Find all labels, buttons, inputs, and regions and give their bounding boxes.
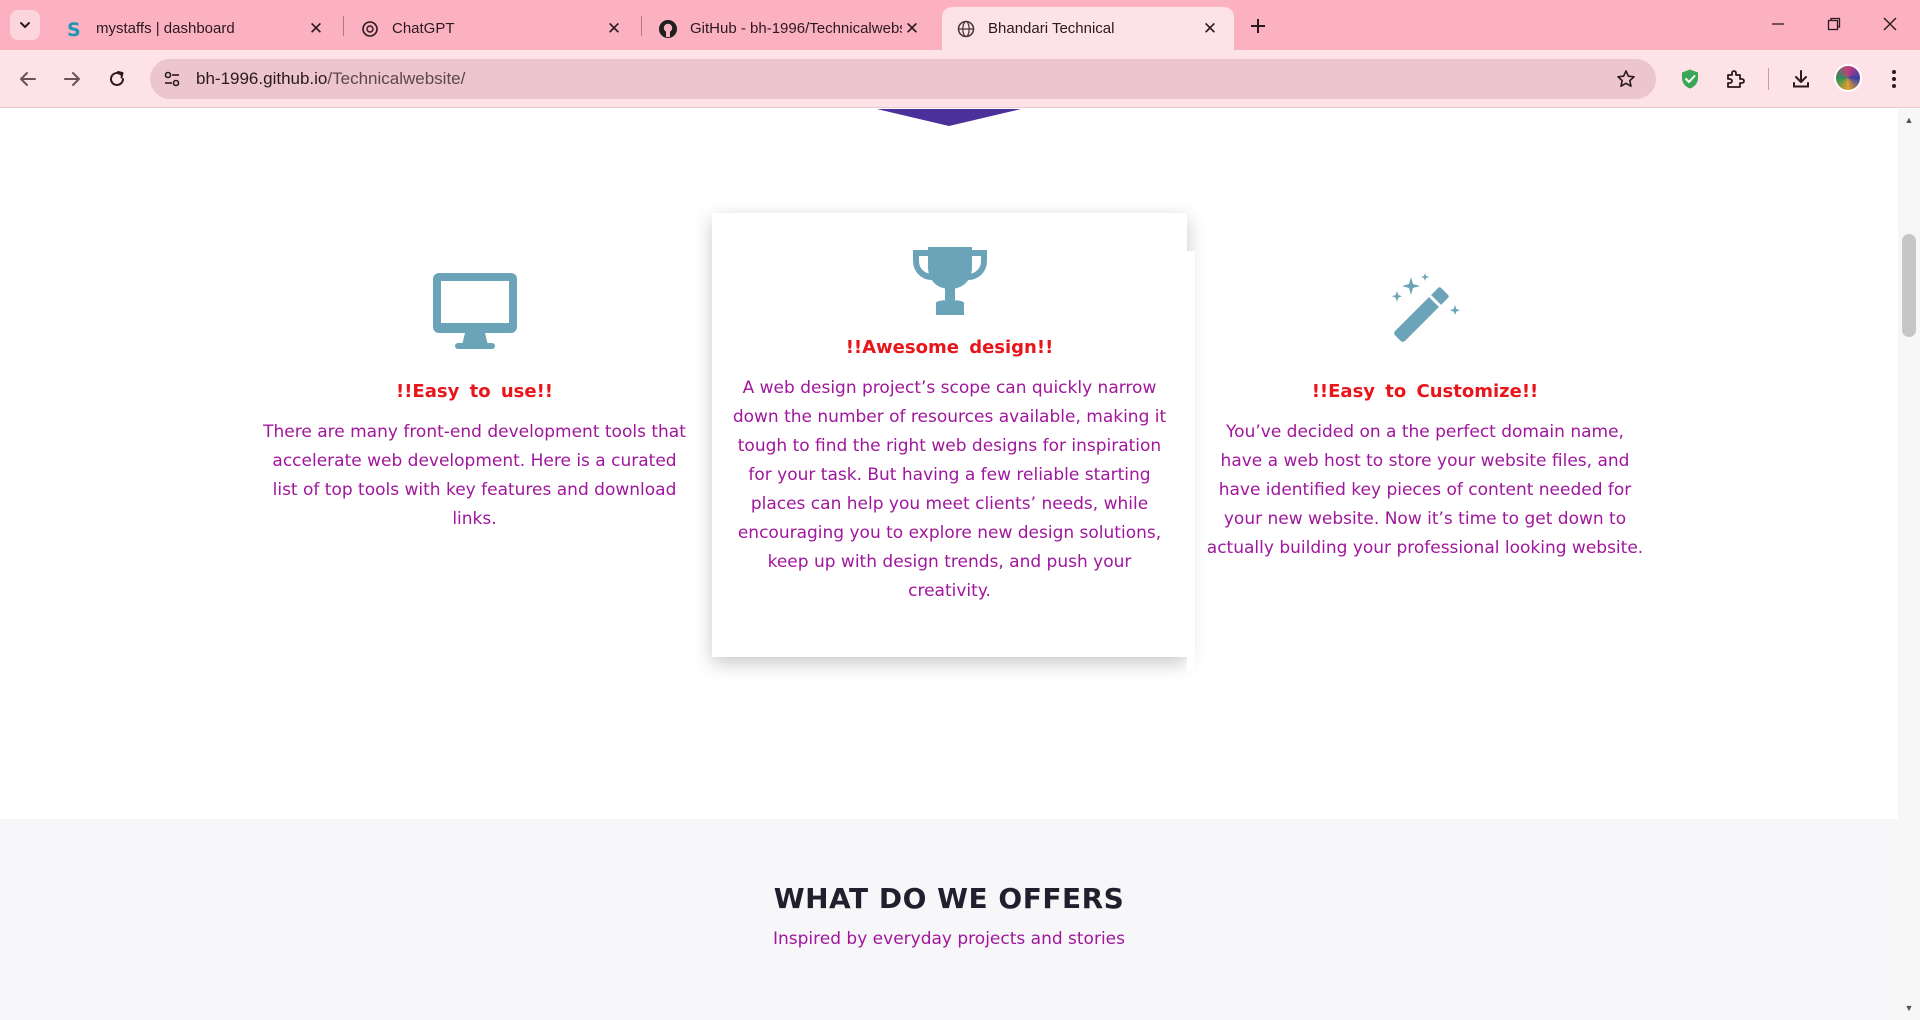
feature-easy-to-use: !!Easy to use!! There are many front-end…	[262, 269, 687, 534]
forward-button[interactable]	[56, 63, 88, 95]
feature-description: You’ve decided on a the perfect domain n…	[1206, 422, 1644, 558]
arrow-left-icon	[20, 72, 36, 86]
star-icon	[1617, 70, 1635, 87]
new-tab-button[interactable]	[1244, 12, 1272, 40]
monitor-icon	[262, 269, 687, 353]
tab-title: GitHub - bh-1996/Technicalwebsite	[690, 20, 902, 37]
tab-chatgpt[interactable]: ChatGPT ✕	[346, 7, 638, 50]
tab-separator	[641, 16, 642, 36]
arrow-right-icon	[64, 72, 80, 86]
offers-section: WHAT DO WE OFFERS Inspired by everyday p…	[0, 819, 1898, 1020]
plus-icon	[1251, 19, 1265, 33]
tab-title: Bhandari Technical	[988, 20, 1115, 37]
close-icon[interactable]: ✕	[604, 19, 624, 39]
minimize-icon	[1772, 23, 1784, 25]
downloads-button[interactable]	[1785, 63, 1817, 95]
extensions-button[interactable]	[1719, 63, 1751, 95]
offers-heading: WHAT DO WE OFFERS	[773, 882, 1125, 915]
feature-title: !!Awesome design!!	[845, 337, 1054, 358]
tab-separator	[343, 16, 344, 36]
close-window-button[interactable]	[1870, 8, 1910, 40]
close-icon	[1883, 17, 1897, 31]
restore-button[interactable]	[1814, 8, 1854, 40]
scroll-up-arrow[interactable]: ▲	[1898, 112, 1920, 128]
chevron-down-icon	[20, 22, 30, 29]
puzzle-icon	[1727, 70, 1745, 88]
url-host: bh-1996.github.io	[196, 69, 328, 88]
letter-s-icon: S	[64, 19, 84, 39]
tab-mystaffs[interactable]: S mystaffs | dashboard ✕	[50, 7, 340, 50]
hero-arrow-decoration	[877, 109, 1021, 126]
back-button[interactable]	[12, 63, 44, 95]
tab-search-button[interactable]	[10, 10, 40, 40]
browser-menu-button[interactable]	[1878, 63, 1910, 95]
feature-description: There are many front-end development too…	[263, 422, 686, 529]
card-edge	[1187, 251, 1195, 671]
restore-icon	[1827, 17, 1841, 31]
feature-title: !!Easy to use!!	[396, 381, 553, 402]
svg-text:S: S	[67, 19, 81, 39]
download-icon	[1793, 70, 1809, 88]
close-icon[interactable]: ✕	[902, 19, 922, 39]
tune-icon	[164, 71, 180, 87]
feature-title: !!Easy to Customize!!	[1311, 381, 1539, 402]
tab-github[interactable]: GitHub - bh-1996/Technicalwebsite ✕	[644, 7, 936, 50]
close-icon[interactable]: ✕	[1200, 19, 1220, 39]
profile-avatar[interactable]	[1834, 64, 1862, 92]
scrollbar-thumb[interactable]	[1902, 234, 1916, 337]
url-text[interactable]: bh-1996.github.io/Technicalwebsite/	[196, 69, 465, 89]
tab-bhandari-technical[interactable]: Bhandari Technical ✕	[942, 7, 1234, 50]
feature-easy-to-customize: !!Easy to Customize!! You’ve decided on …	[1205, 269, 1645, 563]
minimize-button[interactable]	[1758, 8, 1798, 40]
adblock-extension-button[interactable]	[1674, 63, 1706, 95]
github-icon	[658, 19, 678, 39]
site-info-button[interactable]	[158, 65, 186, 93]
globe-icon	[956, 19, 976, 39]
magic-wand-icon	[1205, 269, 1645, 353]
trophy-icon	[728, 245, 1171, 317]
more-vertical-icon	[1892, 70, 1896, 88]
feature-description: A web design project’s scope can quickly…	[732, 378, 1167, 601]
tab-title: ChatGPT	[392, 20, 455, 37]
chatgpt-icon	[360, 19, 380, 39]
shield-check-icon	[1682, 69, 1698, 89]
scroll-down-arrow[interactable]: ▼	[1898, 1000, 1920, 1016]
offers-subheading: Inspired by everyday projects and storie…	[773, 929, 1125, 949]
tab-title: mystaffs | dashboard	[96, 20, 235, 37]
bookmark-star-button[interactable]	[1612, 65, 1640, 93]
toolbar-divider	[1768, 68, 1769, 90]
close-icon[interactable]: ✕	[306, 19, 326, 39]
reload-icon	[110, 71, 124, 86]
page-viewport: !!Easy to use!! There are many front-end…	[0, 109, 1898, 1020]
feature-awesome-design: !!Awesome design!! A web design project’…	[728, 245, 1171, 606]
url-path: /Technicalwebsite/	[327, 69, 466, 88]
reload-button[interactable]	[101, 63, 133, 95]
